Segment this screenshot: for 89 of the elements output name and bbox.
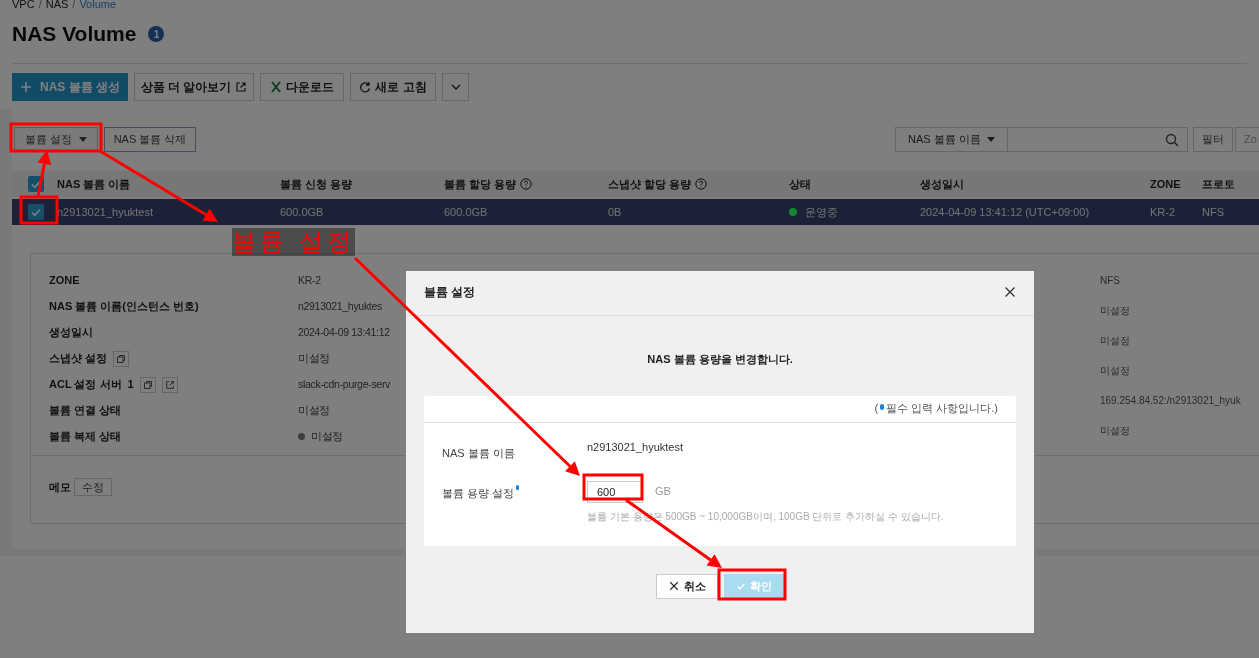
field-value: KR-2 (298, 272, 321, 288)
field-label: ZONE (49, 273, 80, 289)
field-value: NFS (1100, 274, 1121, 288)
edit-button[interactable]: 수정 (74, 478, 112, 496)
field-value: 미설정 (1100, 424, 1131, 438)
modal-title: 볼륨 설정 (424, 284, 476, 301)
copy-icon (142, 379, 153, 390)
column-header[interactable]: NAS 볼륨 이름 (57, 175, 131, 193)
close-icon[interactable] (1004, 286, 1016, 298)
column-header[interactable]: 생성일시 (920, 175, 964, 193)
search-icon[interactable] (1165, 132, 1179, 147)
learn-more-button[interactable]: 상품 더 알아보기 (134, 73, 254, 101)
field-label: 볼륨 연결 상태 (49, 403, 122, 419)
table-cell: KR-2 (1150, 205, 1176, 218)
cancel-button[interactable]: 취소 (656, 573, 718, 599)
annotation-caption: 볼륨 설정 (232, 228, 355, 256)
highlight-box (19, 195, 59, 225)
field-value: 169.254.84.52:/n2913021_hyuk (1100, 394, 1242, 408)
modal-message: NAS 볼륨 용량을 변경합니다. (646, 352, 794, 367)
column-header[interactable]: ZONE (1150, 175, 1181, 193)
copy-icon (116, 353, 127, 364)
caret-icon (987, 137, 995, 142)
unit-label: GB (655, 484, 671, 500)
highlight-box (717, 568, 787, 601)
help-icon[interactable] (520, 178, 533, 190)
arrow (36, 150, 52, 198)
checkbox[interactable] (28, 204, 44, 220)
field-value: 미설정 (1100, 364, 1131, 378)
field-value: slack-cdn-purge-serv (298, 376, 391, 392)
search-field[interactable] (1008, 127, 1188, 152)
page-title: NAS Volume (12, 21, 137, 48)
breadcrumb-link[interactable]: NAS (45, 0, 69, 9)
column-header[interactable]: 상태 (789, 175, 811, 193)
status-text: 운영중 (805, 204, 838, 220)
plus-icon (20, 81, 32, 93)
field-value: n2913021_hyuktest (587, 439, 684, 455)
external-link-icon (164, 379, 175, 390)
column-header[interactable]: 프로토 (1202, 175, 1235, 193)
delete-button[interactable]: NAS 볼륨 삭제 (104, 127, 196, 152)
volume-settings-dropdown[interactable]: 볼륨 설정 (14, 127, 98, 152)
breadcrumb-link[interactable]: Volume (79, 0, 117, 9)
count-badge: 1 (148, 26, 165, 42)
field-value: 미설정 (298, 350, 331, 366)
refresh-icon (359, 81, 372, 93)
check-icon (736, 581, 746, 591)
field-label: 스냅샷 설정 (49, 351, 108, 367)
refresh-button[interactable]: 새로 고침 (350, 73, 436, 101)
copy-button[interactable] (139, 376, 156, 393)
external-link-icon (235, 81, 248, 93)
breadcrumb-separator: / (38, 0, 42, 9)
column-header[interactable]: 볼륨 할당 용량 (444, 175, 517, 193)
table-cell: 600.0GB (280, 205, 324, 218)
count-text: 1 (127, 377, 134, 393)
check-icon (30, 206, 42, 218)
field-value: 2024-04-09 13:41:12 (298, 324, 390, 340)
table-cell: 2024-04-09 13:41:12 (UTC+09:00) (920, 205, 1090, 218)
create-button[interactable]: NAS 볼륨 생성 (12, 73, 128, 101)
table-cell: NFS (1202, 205, 1224, 218)
download-button[interactable]: 다운로드 (260, 73, 344, 101)
table-cell: 600.0GB (444, 205, 488, 218)
field-label: ACL 설정 서버 (49, 377, 122, 393)
field-value: 미설정 (1100, 304, 1131, 318)
field-value: 미설정 (311, 428, 344, 444)
caret-icon (79, 137, 87, 142)
field-label: 볼륨 복제 상태 (49, 429, 122, 445)
field-value: n2913021_hyuktes (298, 298, 382, 314)
external-link-button[interactable] (161, 376, 178, 393)
breadcrumb-separator: / (72, 0, 76, 9)
note-text: ( (874, 401, 879, 417)
field-label: 생성일시 (49, 325, 93, 341)
help-icon[interactable] (695, 178, 708, 190)
column-header[interactable]: 볼륨 신청 용량 (280, 175, 353, 193)
column-header[interactable]: 스냅샷 할당 용량 (608, 175, 692, 193)
field-value: 미설정 (1100, 334, 1131, 348)
field-label: NAS 볼륨 이름(인스턴스 번호) (49, 299, 199, 315)
field-label: NAS 볼륨 이름 (442, 445, 515, 461)
more-button[interactable] (442, 73, 469, 101)
breadcrumb-link[interactable]: VPC (12, 0, 35, 9)
excel-icon (270, 81, 282, 93)
table-cell: 0B (608, 205, 622, 218)
highlight-box (582, 473, 644, 501)
memo-label: 메모 (49, 479, 71, 495)
note-text: 필수 입력 사항입니다.) (886, 401, 998, 417)
field-label: 볼륨 용량 설정 (442, 485, 515, 501)
field-value: 미설정 (298, 402, 331, 418)
search-category-dropdown[interactable]: NAS 볼륨 이름 (895, 127, 1008, 152)
close-icon (668, 581, 679, 591)
copy-button[interactable] (113, 350, 130, 367)
filter-button[interactable]: 필터 (1193, 127, 1233, 152)
